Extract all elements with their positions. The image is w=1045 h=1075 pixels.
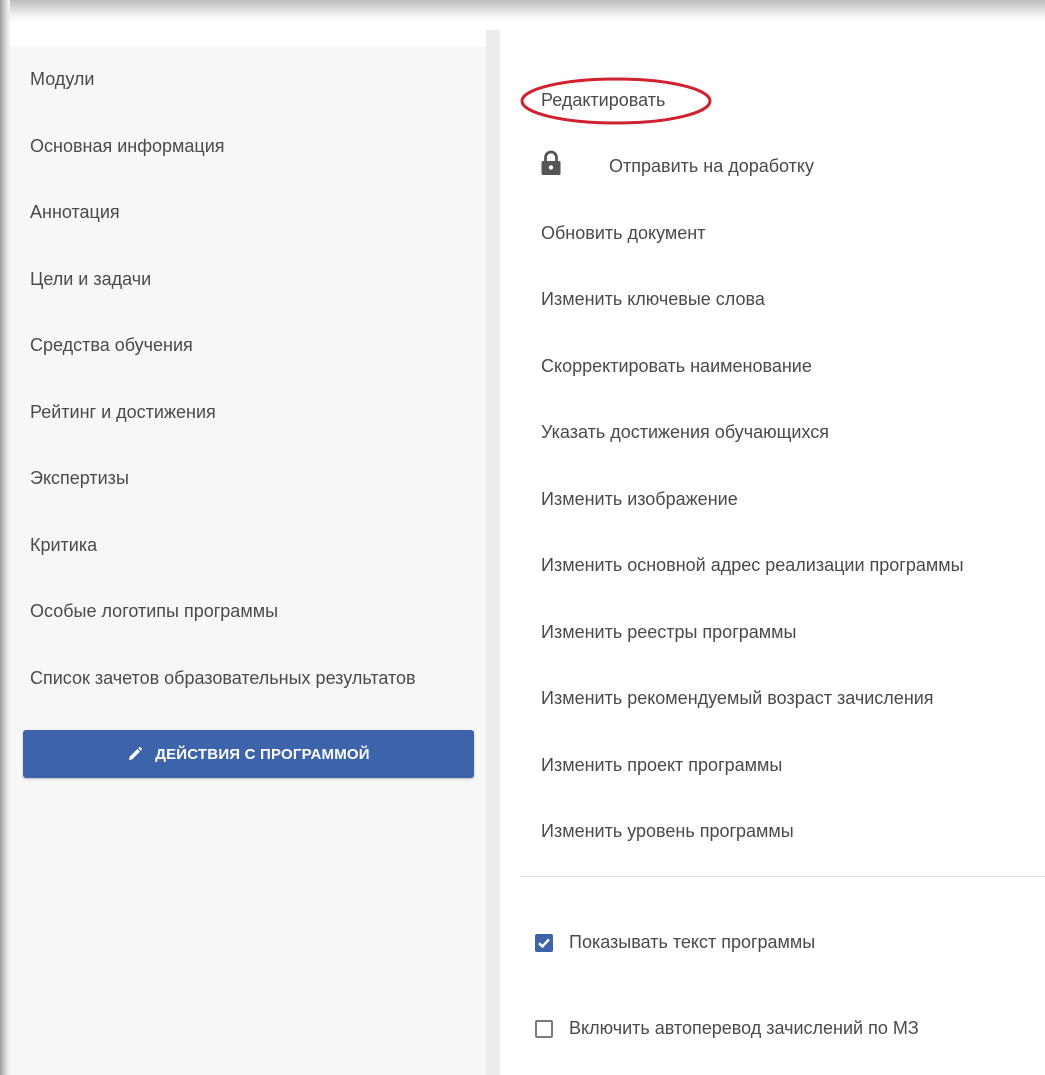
menu-item-send-for-revision[interactable]: Отправить на доработку xyxy=(609,155,814,177)
pencil-icon xyxy=(127,746,143,762)
auto-transfer-label: Включить автоперевод зачислений по МЗ xyxy=(569,1018,919,1038)
menu-item-correct-name[interactable]: Скорректировать наименование xyxy=(541,355,812,377)
sidebar-item-critique[interactable]: Критика xyxy=(30,534,97,556)
program-actions-button[interactable]: ДЕЙСТВИЯ С ПРОГРАММОЙ xyxy=(23,730,474,778)
sidebar-item-annotation[interactable]: Аннотация xyxy=(30,201,120,223)
show-program-text-checkbox[interactable] xyxy=(535,933,553,952)
checkmark-icon xyxy=(538,938,550,948)
top-shadow xyxy=(0,0,1045,22)
menu-item-change-level[interactable]: Изменить уровень программы xyxy=(541,820,794,842)
menu-item-change-age[interactable]: Изменить рекомендуемый возраст зачислени… xyxy=(541,687,934,709)
show-program-text-option[interactable]: Показывать текст программы xyxy=(535,932,815,953)
actions-menu: Редактировать Отправить на доработку Обн… xyxy=(500,30,1045,1075)
sidebar-item-modules[interactable]: Модули xyxy=(30,68,94,90)
menu-divider xyxy=(520,876,1045,877)
auto-transfer-option[interactable]: Включить автоперевод зачислений по МЗ xyxy=(535,1018,919,1039)
menu-item-edit[interactable]: Редактировать xyxy=(541,89,665,111)
menu-item-change-project[interactable]: Изменить проект программы xyxy=(541,754,782,776)
lock-icon xyxy=(541,150,561,175)
menu-item-change-address[interactable]: Изменить основной адрес реализации прогр… xyxy=(541,554,964,576)
menu-item-change-registries[interactable]: Изменить реестры программы xyxy=(541,621,796,643)
sidebar-item-basic-info[interactable]: Основная информация xyxy=(30,135,225,157)
left-shadow xyxy=(0,0,10,1075)
sidebar-item-goals[interactable]: Цели и задачи xyxy=(30,268,151,290)
sidebar-item-logos[interactable]: Особые логотипы программы xyxy=(30,600,278,622)
program-actions-label: ДЕЙСТВИЯ С ПРОГРАММОЙ xyxy=(155,745,370,763)
menu-item-change-keywords[interactable]: Изменить ключевые слова xyxy=(541,288,765,310)
menu-item-student-achievements[interactable]: Указать достижения обучающихся xyxy=(541,421,829,443)
auto-transfer-checkbox[interactable] xyxy=(535,1019,553,1038)
show-program-text-label: Показывать текст программы xyxy=(569,932,816,952)
menu-item-change-image[interactable]: Изменить изображение xyxy=(541,488,738,510)
panel-separator xyxy=(486,30,500,1075)
menu-item-update-document[interactable]: Обновить документ xyxy=(541,222,705,244)
sidebar-item-learning-tools[interactable]: Средства обучения xyxy=(30,334,193,356)
sidebar: Модули Основная информация Аннотация Цел… xyxy=(10,46,486,1075)
sidebar-item-rating[interactable]: Рейтинг и достижения xyxy=(30,401,216,423)
sidebar-item-credits[interactable]: Список зачетов образовательных результат… xyxy=(30,667,416,689)
sidebar-item-expertise[interactable]: Экспертизы xyxy=(30,467,129,489)
